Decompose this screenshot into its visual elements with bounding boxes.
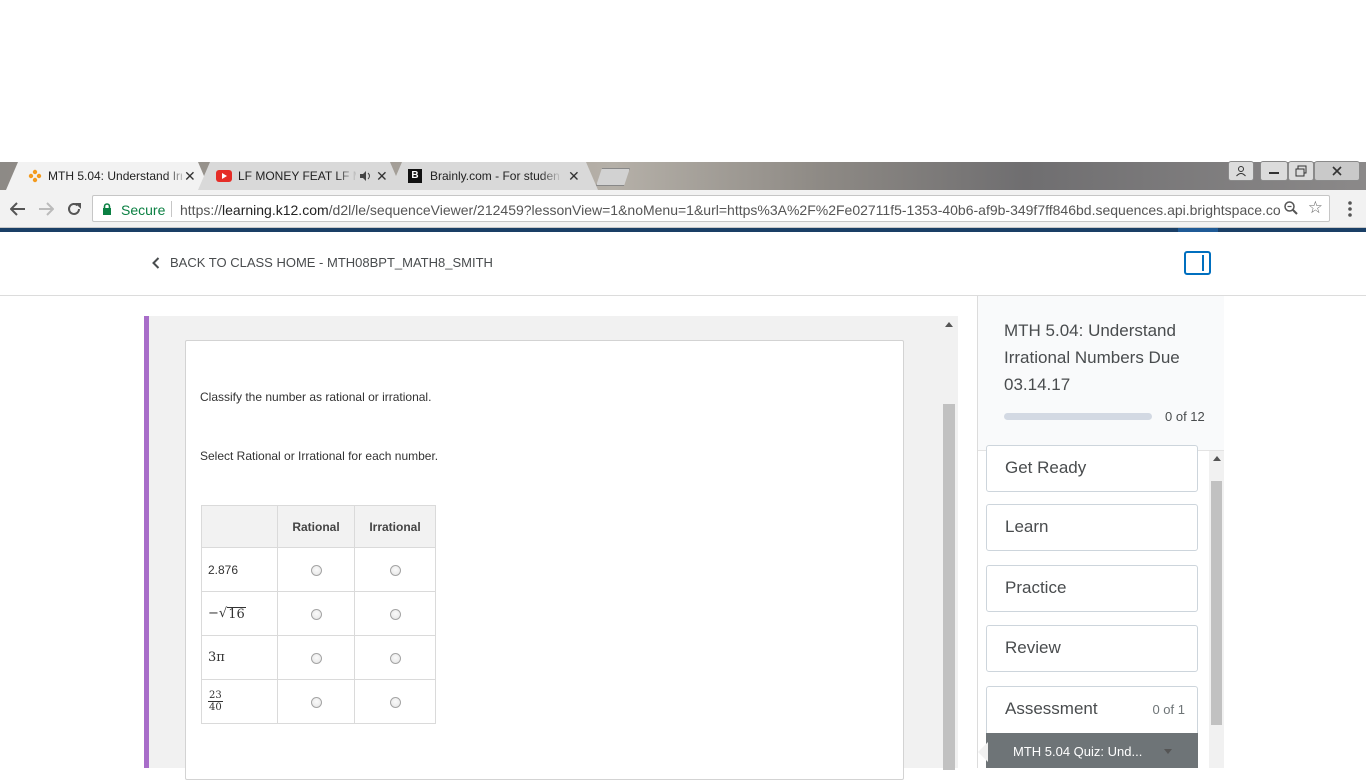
audio-playing-icon[interactable] — [360, 171, 372, 181]
fraction: 23 40 — [208, 690, 223, 713]
reload-icon[interactable] — [63, 198, 85, 220]
secure-label: Secure — [121, 202, 166, 218]
module-practice[interactable]: Practice — [986, 565, 1198, 612]
radio-irrational[interactable] — [389, 608, 401, 620]
module-learn[interactable]: Learn — [986, 504, 1198, 551]
close-tab-icon[interactable]: ✕ — [184, 168, 196, 184]
quiz-item-label: MTH 5.04 Quiz: Und... — [1013, 744, 1143, 759]
tab-youtube[interactable]: LF MONEY FEAT LF M ✕ — [198, 162, 402, 190]
quiz-item-active[interactable]: MTH 5.04 Quiz: Und... — [986, 733, 1198, 768]
number-cell: 23 40 — [201, 679, 278, 724]
lesson-progress-bar — [1004, 413, 1152, 420]
content-scrollbar[interactable] — [943, 318, 955, 770]
column-header-rational: Rational — [277, 505, 355, 548]
scrollbar-thumb[interactable] — [943, 404, 955, 770]
radio-rational[interactable] — [310, 608, 322, 620]
number-cell: 3π — [201, 635, 278, 680]
table-row: 3π — [201, 635, 436, 680]
number-cell: 2.876 — [201, 547, 278, 592]
lock-icon — [103, 203, 111, 215]
radio-rational[interactable] — [310, 564, 322, 576]
browser-toolbar: Secure https://learning.k12.com/d2l/le/s… — [0, 190, 1366, 228]
tab-k12[interactable]: MTH 5.04: Understand Irr ✕ — [6, 162, 210, 190]
module-review[interactable]: Review — [986, 625, 1198, 672]
url-text[interactable]: https://learning.k12.com/d2l/le/sequence… — [180, 202, 1280, 218]
tab-brainly[interactable]: B Brainly.com - For student ✕ — [390, 162, 598, 190]
browser-tabstrip: MTH 5.04: Understand Irr ✕ LF MONEY FEAT… — [0, 162, 1366, 190]
table-header-row: Rational Irrational — [201, 505, 436, 548]
chevron-left-icon — [152, 256, 160, 269]
brainly-favicon-icon: B — [408, 169, 422, 183]
scroll-up-icon[interactable] — [945, 322, 953, 327]
scroll-up-icon[interactable] — [1213, 456, 1221, 461]
number-cell: − √ 16 — [201, 591, 278, 636]
question-prompt: Classify the number as rational or irrat… — [200, 390, 432, 404]
radio-irrational[interactable] — [389, 564, 401, 576]
minimize-icon[interactable] — [1260, 161, 1288, 181]
classification-table: Rational Irrational 2.876 − √ 16 3π 23 40 — [201, 505, 436, 724]
radio-irrational[interactable] — [389, 652, 401, 664]
back-arrow-icon[interactable] — [7, 198, 29, 220]
active-pointer — [978, 742, 988, 762]
youtube-favicon-icon — [216, 170, 232, 182]
assessment-count: 0 of 1 — [1152, 702, 1185, 717]
lesson-progress-count: 0 of 12 — [1165, 409, 1205, 424]
radio-rational[interactable] — [310, 696, 322, 708]
browser-menu-icon[interactable] — [1344, 198, 1356, 220]
table-row: 23 40 — [201, 679, 436, 724]
lesson-title: MTH 5.04: Understand Irrational Numbers … — [1004, 321, 1180, 394]
back-label: BACK TO CLASS HOME - MTH08BPT_MATH8_SMIT… — [170, 255, 493, 270]
bookmark-star-icon[interactable]: ☆ — [1308, 198, 1323, 218]
scrollbar-thumb[interactable] — [1211, 481, 1222, 725]
k12-favicon-icon — [28, 169, 42, 183]
address-bar[interactable]: Secure https://learning.k12.com/d2l/le/s… — [92, 195, 1330, 222]
caret-down-icon — [1164, 749, 1172, 754]
forward-arrow-icon[interactable] — [35, 198, 57, 220]
panel-toggle-icon[interactable] — [1184, 251, 1211, 275]
column-header-number — [201, 505, 278, 548]
module-get-ready[interactable]: Get Ready — [986, 445, 1198, 492]
table-row: 2.876 — [201, 547, 436, 592]
page-header: BACK TO CLASS HOME - MTH08BPT_MATH8_SMIT… — [0, 232, 1366, 296]
profile-icon[interactable] — [1228, 161, 1254, 181]
zoom-icon[interactable] — [1283, 200, 1299, 216]
radio-rational[interactable] — [310, 652, 322, 664]
tab-title: MTH 5.04: Understand Irr — [48, 169, 182, 183]
radio-irrational[interactable] — [389, 696, 401, 708]
close-tab-icon[interactable]: ✕ — [376, 168, 388, 184]
table-row: − √ 16 — [201, 591, 436, 636]
radical-sign-icon: √ — [218, 606, 228, 621]
column-header-irrational: Irrational — [354, 505, 436, 548]
restore-icon[interactable] — [1288, 161, 1314, 181]
sidebar-scrollbar[interactable] — [1209, 451, 1224, 768]
close-tab-icon[interactable]: ✕ — [568, 168, 580, 184]
question-instruction: Select Rational or Irrational for each n… — [200, 449, 439, 463]
close-window-icon[interactable] — [1314, 161, 1360, 181]
back-to-class-link[interactable]: BACK TO CLASS HOME - MTH08BPT_MATH8_SMIT… — [152, 255, 493, 270]
